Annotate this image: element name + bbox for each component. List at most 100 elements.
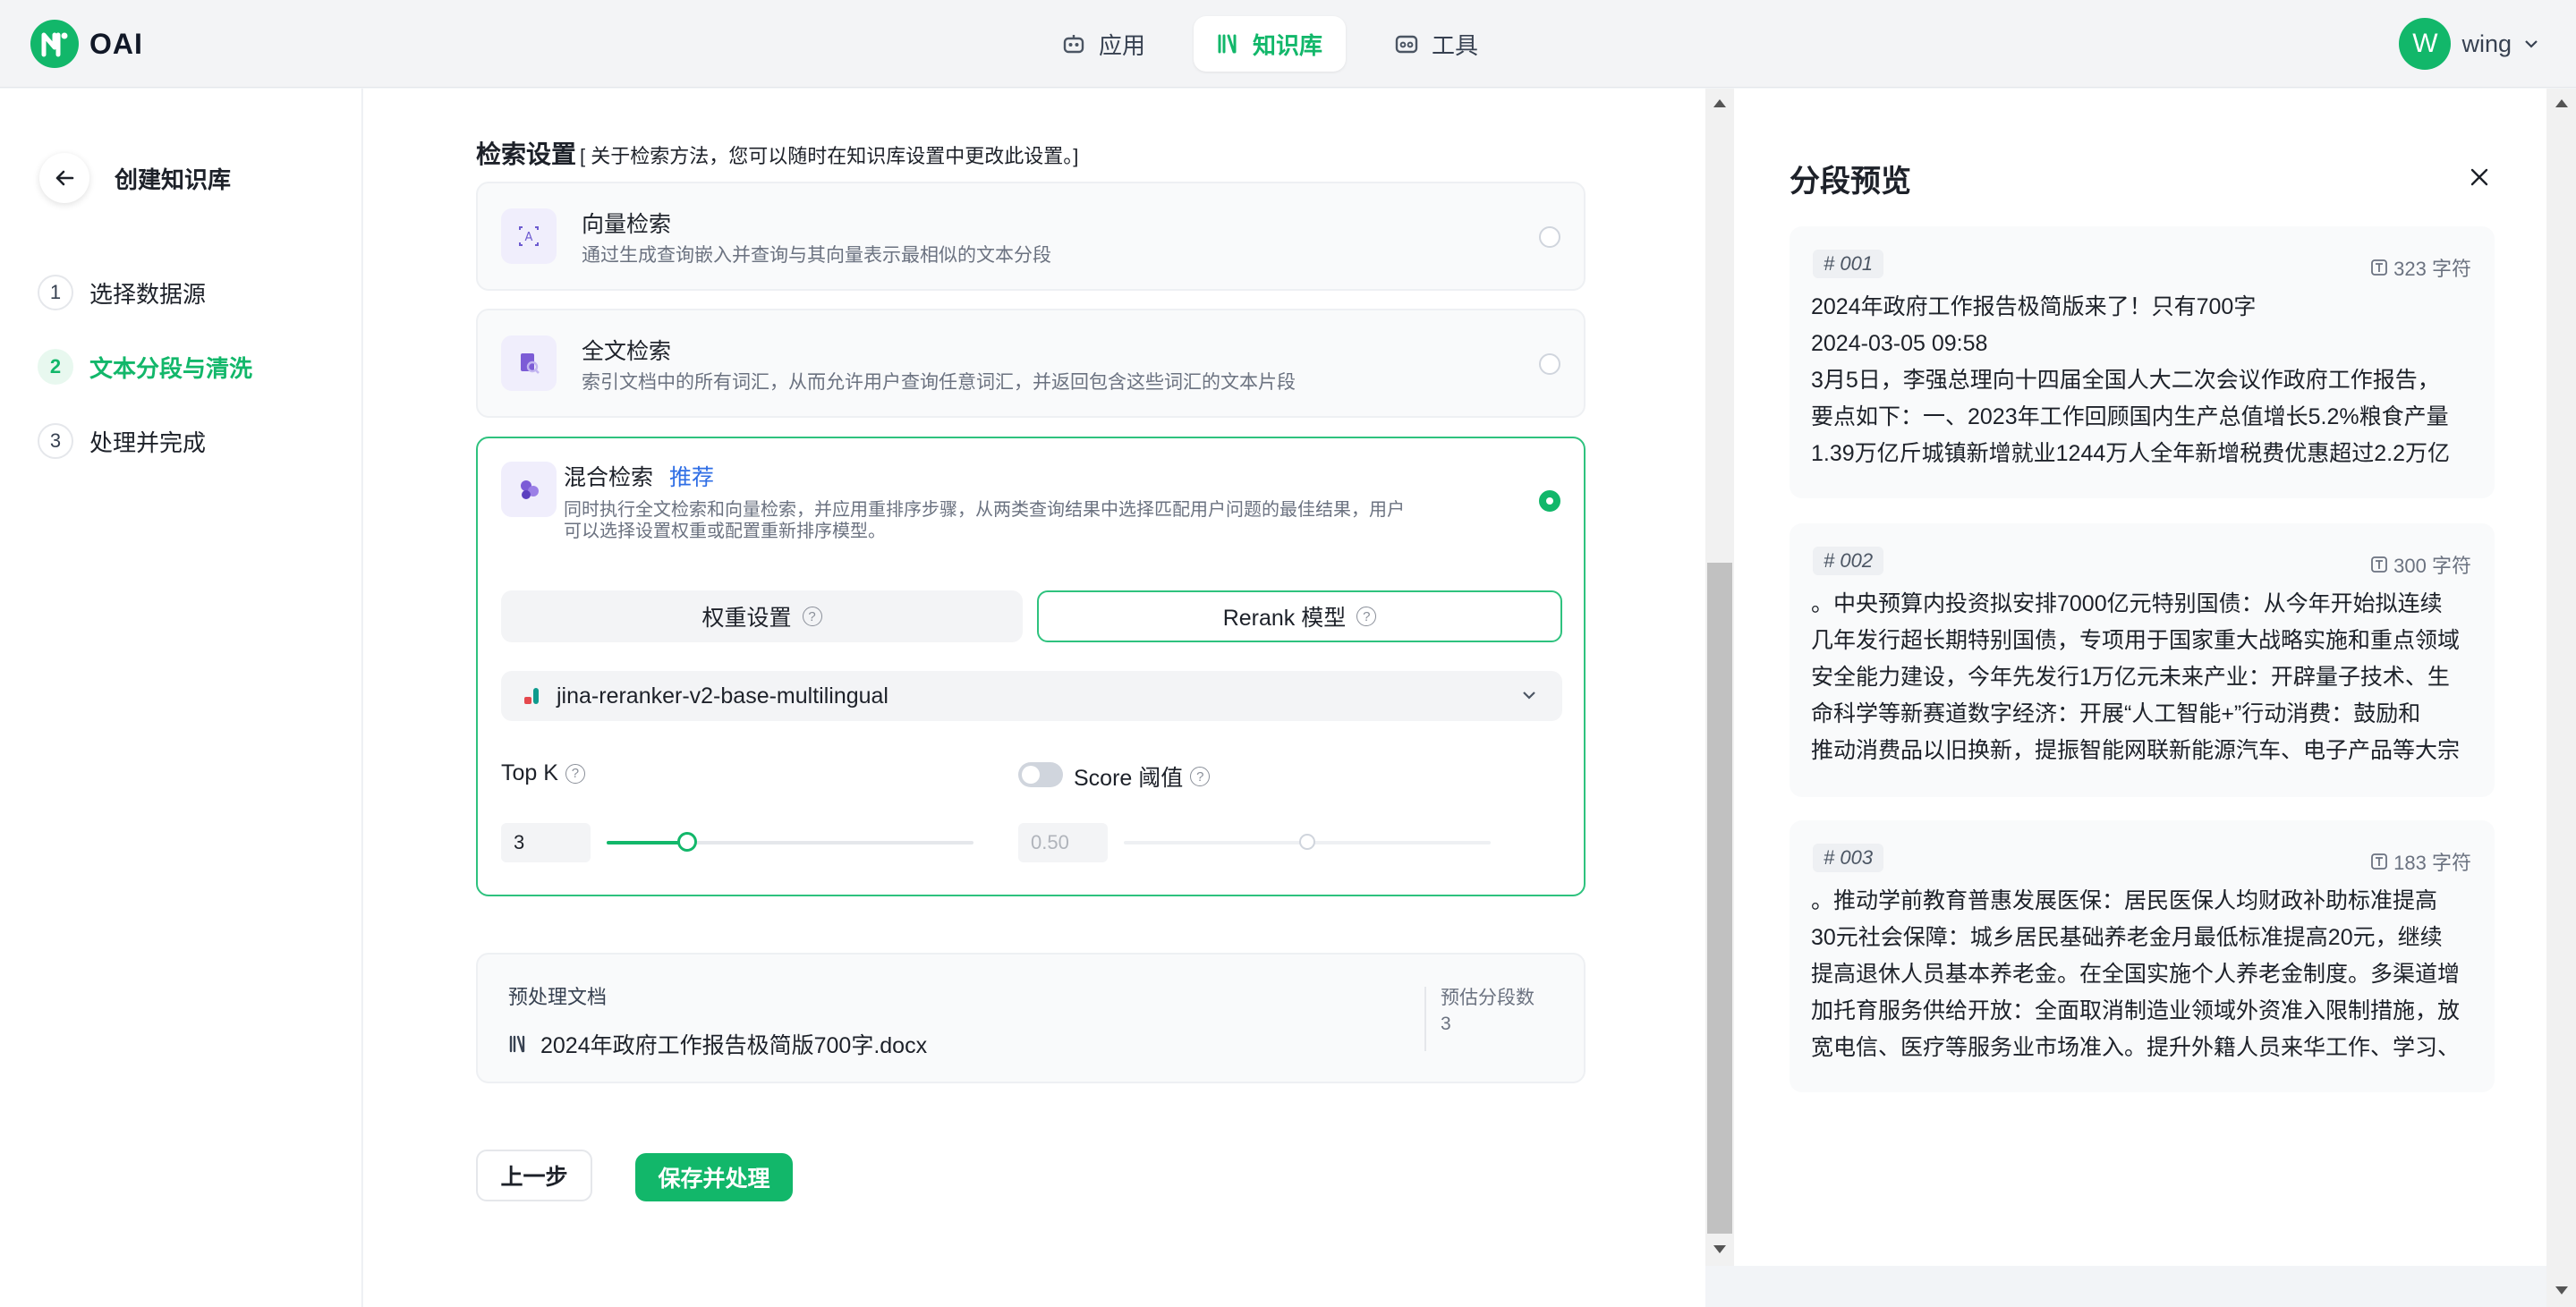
help-icon[interactable]: ? <box>1356 607 1377 626</box>
preprocess-doc-header: 预处理文档 <box>508 986 608 1008</box>
step-number: 3 <box>38 423 73 459</box>
steps-sidebar: 创建知识库 1 选择数据源 2 文本分段与清洗 3 处理并完成 <box>0 89 362 1307</box>
retrieval-subtitle: [ 关于检索方法，您可以随时在知识库设置中更改此设置。] <box>580 145 1079 167</box>
fulltext-search-radio[interactable] <box>1539 353 1560 375</box>
nav-knowledge[interactable]: 知识库 <box>1194 16 1347 72</box>
text-icon <box>2371 853 2388 870</box>
topk-slider-handle[interactable] <box>677 832 698 852</box>
tab-rerank-label: Rerank 模型 <box>1222 606 1347 631</box>
help-icon[interactable]: ? <box>565 763 585 784</box>
topk-input[interactable]: 3 <box>501 823 591 862</box>
preprocess-doc-file[interactable]: 2024年政府工作报告极简版700字.docx <box>508 1028 927 1060</box>
bottom-strip <box>1705 1266 2546 1307</box>
text-icon <box>2371 556 2388 573</box>
topk-slider-fill <box>607 841 688 844</box>
step-label: 文本分段与清洗 <box>89 354 253 382</box>
nav-tools-label: 工具 <box>1432 31 1479 59</box>
step-label: 处理并完成 <box>89 429 207 456</box>
logo[interactable]: OAI <box>30 20 143 68</box>
segment-text: 。推动学前教育普惠发展医保：居民医保人均财政补助标准提高 30元社会保障：城乡居民… <box>1811 888 2461 1060</box>
estimated-segments-value: 3 <box>1441 1014 1451 1034</box>
save-and-process-button[interactable]: 保存并处理 <box>635 1153 793 1201</box>
step-label: 选择数据源 <box>89 280 207 308</box>
hybrid-search-name: 混合检索 推荐 <box>564 465 715 490</box>
estimated-segments-label: 预估分段数 <box>1441 988 1535 1008</box>
nav-apps[interactable]: 应用 <box>1038 16 1169 72</box>
close-icon[interactable] <box>2468 165 2491 189</box>
tab-weight-label: 权重设置 <box>701 606 792 631</box>
arrow-left-icon <box>55 170 74 186</box>
nav-tools[interactable]: 工具 <box>1371 16 1501 72</box>
segment-id: # 003 <box>1813 844 1884 872</box>
user-menu[interactable]: W wing <box>2399 18 2540 70</box>
retrieval-section-title: 检索设置 [ 关于检索方法，您可以随时在知识库设置中更改此设置。] <box>476 135 1078 171</box>
hybrid-search-option[interactable]: 混合检索 推荐 同时执行全文检索和向量检索，并应用重排序步骤，从两类查询结果中选择… <box>476 437 1586 896</box>
hybrid-search-radio[interactable] <box>1539 490 1560 512</box>
segment-card: # 001 323 字符 2024年政府工作报告极简版来了！只有700字 2024… <box>1790 226 2495 498</box>
nav-apps-label: 应用 <box>1099 31 1146 59</box>
preprocess-doc-box: 预处理文档 2024年政府工作报告极简版700字.docx 预估分段数 3 <box>476 953 1586 1083</box>
step-item-active: 2 文本分段与清洗 <box>38 349 252 385</box>
robot-icon <box>1063 35 1084 54</box>
vector-search-icon: A <box>501 208 557 264</box>
nav-knowledge-label: 知识库 <box>1253 31 1323 59</box>
vector-search-option[interactable]: A 向量检索 通过生成查询嵌入并查询与其向量表示最相似的文本分段 <box>476 182 1586 291</box>
step-number: 2 <box>38 349 73 385</box>
tab-rerank-model[interactable]: Rerank 模型 ? <box>1037 590 1562 642</box>
scroll-up-icon[interactable] <box>1713 99 1726 107</box>
step-item: 3 处理并完成 <box>38 423 252 459</box>
tab-weight-settings[interactable]: 权重设置 ? <box>501 590 1023 642</box>
score-slider-handle[interactable] <box>1299 834 1315 850</box>
scroll-up-icon[interactable] <box>2555 99 2568 107</box>
book-icon <box>509 1035 525 1053</box>
step-item: 1 选择数据源 <box>38 275 252 310</box>
step-number: 1 <box>38 275 73 310</box>
topk-label: Top K? <box>501 760 585 786</box>
step-list: 1 选择数据源 2 文本分段与清洗 3 处理并完成 <box>38 275 252 497</box>
hybrid-search-desc: 同时执行全文检索和向量检索，并应用重排序步骤，从两类查询结果中选择匹配用户问题的… <box>564 500 1405 541</box>
page-title: 创建知识库 <box>115 165 232 193</box>
divider <box>1424 987 1426 1051</box>
segment-chars: 183 字符 <box>2370 847 2471 876</box>
logo-icon <box>30 20 79 68</box>
avatar: W <box>2399 18 2452 70</box>
rerank-model-select[interactable]: jina-reranker-v2-base-multilingual <box>501 671 1562 721</box>
score-threshold-toggle[interactable] <box>1018 762 1063 787</box>
help-icon[interactable]: ? <box>1190 767 1211 786</box>
fulltext-search-name: 全文检索 <box>582 339 672 364</box>
toolbox-icon <box>1395 35 1418 54</box>
vector-search-desc: 通过生成查询嵌入并查询与其向量表示最相似的文本分段 <box>582 245 1051 266</box>
score-label: Score 阈值? <box>1074 760 1211 793</box>
prev-step-button[interactable]: 上一步 <box>476 1150 592 1201</box>
fulltext-search-option[interactable]: 全文检索 索引文档中的所有词汇，从而允许用户查询任意词汇，并返回包含这些词汇的文… <box>476 309 1586 418</box>
vector-search-name: 向量检索 <box>582 212 672 237</box>
vector-search-radio[interactable] <box>1539 226 1560 248</box>
scroll-down-icon[interactable] <box>1713 1245 1726 1253</box>
main-scrollbar[interactable] <box>1705 89 1734 1266</box>
topk-slider-track[interactable] <box>607 841 973 844</box>
segment-card: # 003 183 字符 。推动学前教育普惠发展医保：居民医保人均财政补助标准提… <box>1790 820 2495 1092</box>
back-button[interactable] <box>39 153 89 203</box>
recommend-tag: 推荐 <box>669 465 715 490</box>
jina-logo-icon <box>524 688 539 704</box>
rerank-mode-tabs: 权重设置 ? Rerank 模型 ? <box>501 590 1562 642</box>
segment-id: # 002 <box>1813 547 1884 575</box>
segment-id: # 001 <box>1813 250 1884 278</box>
settings-panel: 检索设置 [ 关于检索方法，您可以随时在知识库设置中更改此设置。] A 向量检索… <box>363 89 1705 1307</box>
segment-chars: 300 字符 <box>2370 550 2471 579</box>
top-header: OAI 应用 知识库 工具 W wing <box>0 0 2576 88</box>
score-input[interactable]: 0.50 <box>1018 823 1108 862</box>
chevron-down-icon <box>1523 692 1535 700</box>
scrollbar-thumb[interactable] <box>1707 563 1732 1234</box>
back-row: 创建知识库 <box>39 153 231 203</box>
scroll-down-icon[interactable] <box>2555 1286 2568 1294</box>
chevron-down-icon <box>2525 40 2538 48</box>
rerank-model-name: jina-reranker-v2-base-multilingual <box>557 683 888 709</box>
segment-card: # 002 300 字符 。中央预算内投资拟安排7000亿元特别国债：从今年开始… <box>1790 523 2495 797</box>
hybrid-search-icon <box>501 462 557 517</box>
user-name: wing <box>2461 30 2512 57</box>
help-icon[interactable]: ? <box>802 607 822 626</box>
preview-scrollbar[interactable] <box>2546 89 2576 1307</box>
retrieval-title: 检索设置 <box>476 140 577 168</box>
book-icon <box>1218 34 1237 54</box>
